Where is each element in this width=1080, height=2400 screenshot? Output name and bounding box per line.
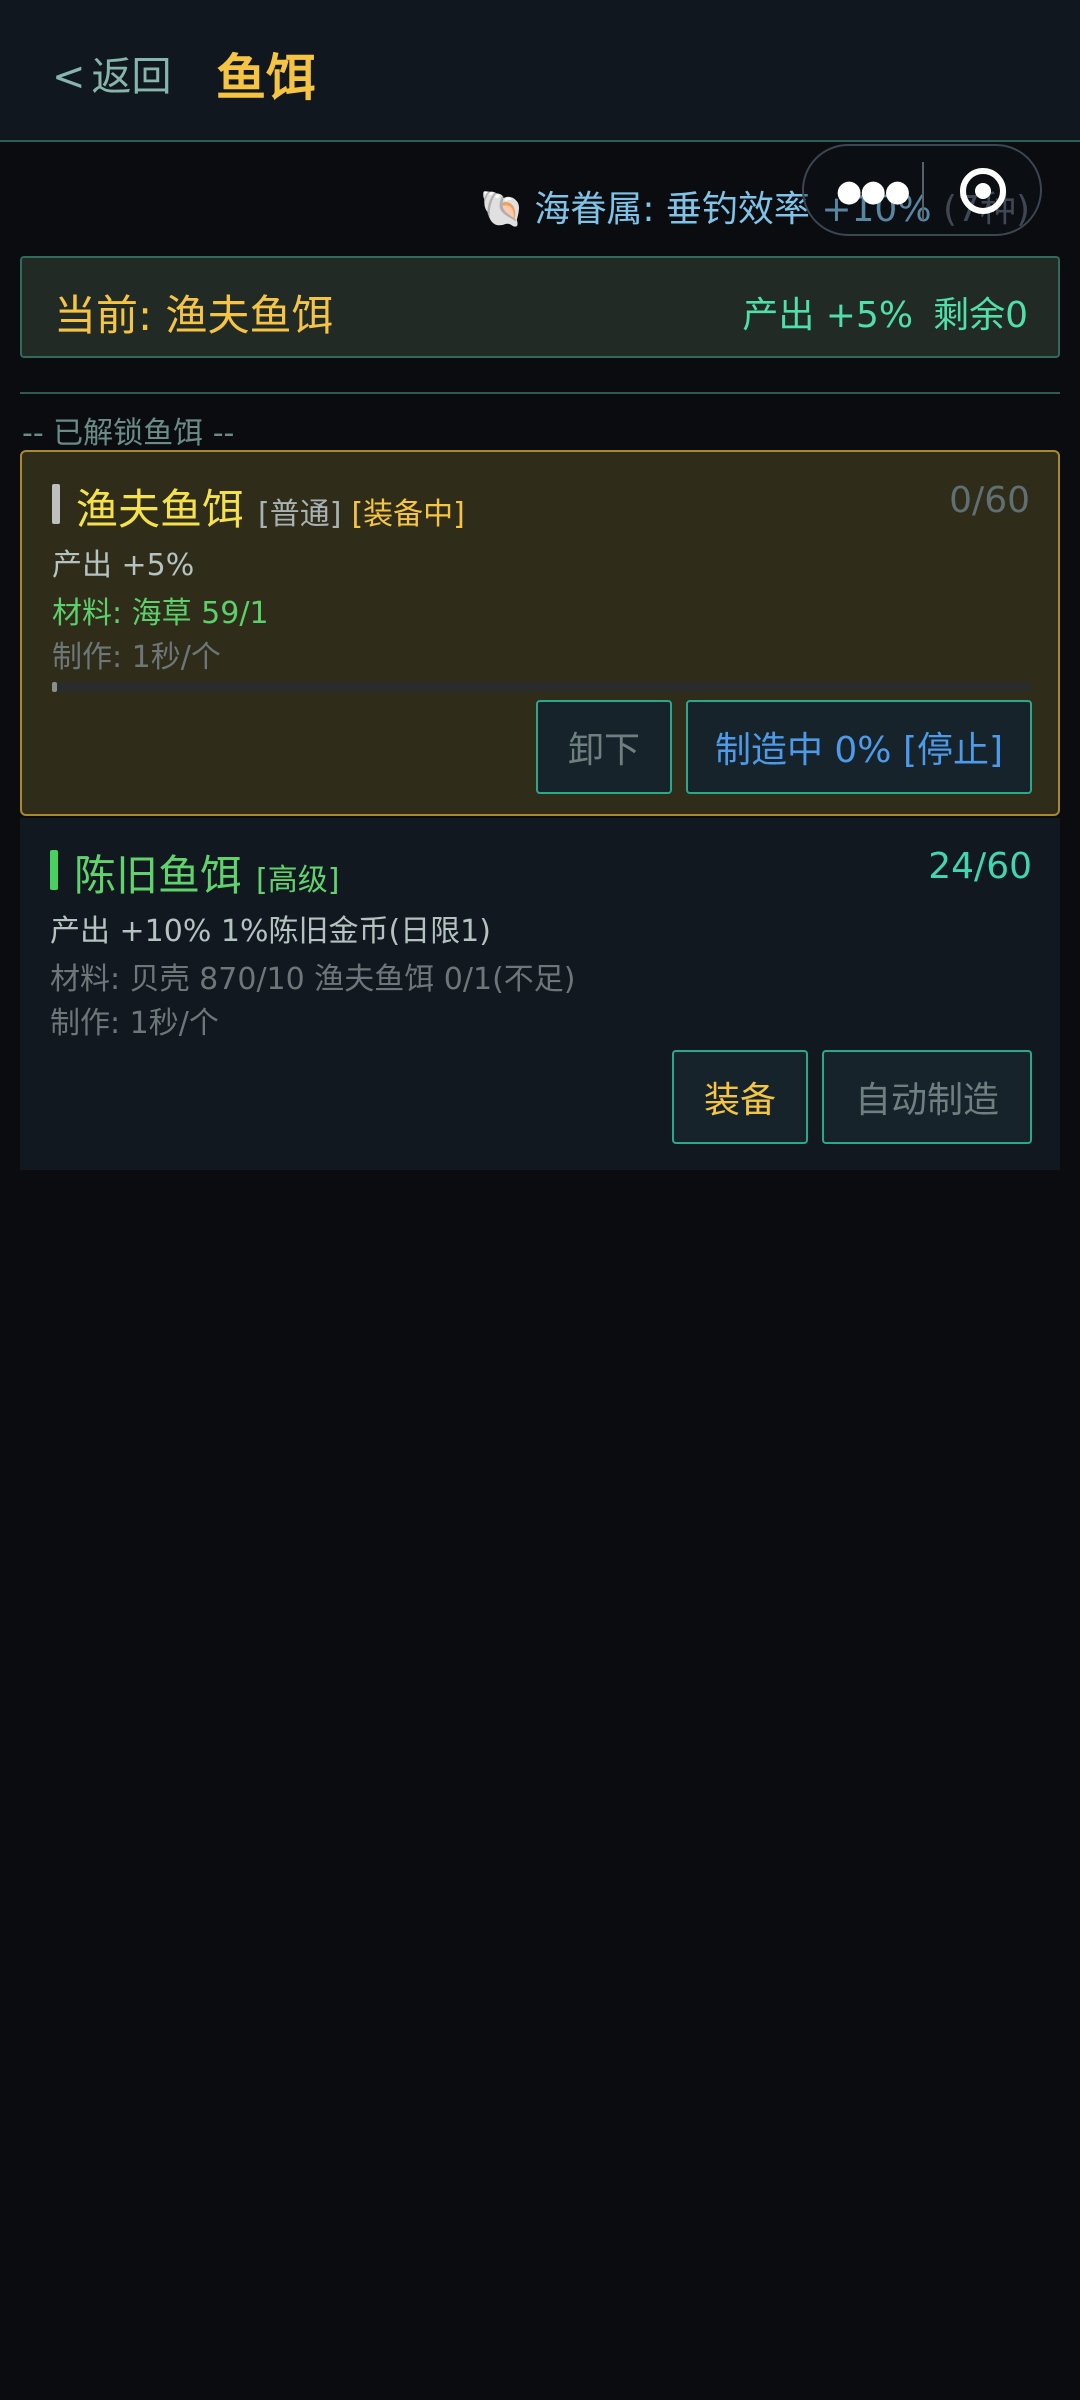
shell-icon: 🐚 <box>479 189 525 230</box>
more-dots-icon[interactable]: ●●● <box>836 174 911 209</box>
current-bait-label: 当前: 渔夫鱼饵 <box>54 291 334 340</box>
bait-material: 材料: 海草 59/1 <box>52 596 269 631</box>
bait-craft-time: 制作: 1秒/个 <box>52 640 221 675</box>
rarity-tag: [高级] <box>256 863 340 898</box>
rarity-bar <box>50 850 58 890</box>
unequip-button[interactable]: 卸下 <box>536 700 672 794</box>
bait-output: 产出 +5% <box>52 548 195 583</box>
chevron-left-icon: < <box>52 54 86 100</box>
craft-progress-fill <box>52 682 57 692</box>
back-button[interactable]: < 返回 <box>52 44 172 102</box>
equip-button[interactable]: 装备 <box>672 1050 808 1144</box>
bait-name: 渔夫鱼饵 [普通] [装备中] <box>76 476 465 537</box>
bait-count: 24/60 <box>928 846 1032 887</box>
section-divider <box>20 392 1060 394</box>
auto-craft-button[interactable]: 自动制造 <box>822 1050 1032 1144</box>
back-label: 返回 <box>91 54 172 100</box>
bait-name-text: 渔夫鱼饵 <box>76 485 245 534</box>
stop-crafting-button[interactable]: 制造中 0% [停止] <box>686 700 1032 794</box>
target-icon[interactable] <box>960 168 1006 214</box>
unlocked-section-label: -- 已解锁鱼饵 -- <box>22 416 235 451</box>
capsule-divider <box>922 162 924 220</box>
equipped-tag: [装备中] <box>351 497 465 532</box>
bait-material: 材料: 贝壳 870/10 渔夫鱼饵 0/1(不足) <box>50 962 576 997</box>
page-title: 鱼饵 <box>216 49 316 107</box>
mini-program-capsule: ●●● <box>802 144 1042 236</box>
bait-count: 0/60 <box>949 480 1030 521</box>
bait-name: 陈旧鱼饵 [高级] <box>74 842 339 903</box>
bait-craft-time: 制作: 1秒/个 <box>50 1006 219 1041</box>
current-bait-bar: 当前: 渔夫鱼饵 产出 +5% 剩余0 <box>20 256 1060 358</box>
rarity-bar <box>52 484 60 524</box>
current-remaining: 剩余0 <box>933 295 1028 336</box>
craft-progress-bar <box>52 682 1032 692</box>
rarity-tag: [普通] <box>258 497 342 532</box>
bait-output: 产出 +10% 1%陈旧金币(日限1) <box>50 914 491 949</box>
bait-card-fisherman: 渔夫鱼饵 [普通] [装备中] 0/60 产出 +5% 材料: 海草 59/1 制作… <box>20 450 1060 816</box>
current-bait-stats: 产出 +5% 剩余0 <box>742 286 1028 338</box>
current-output: 产出 +5% <box>742 295 914 336</box>
top-bar: < 返回 鱼饵 <box>0 0 1080 142</box>
bait-name-text: 陈旧鱼饵 <box>74 851 243 900</box>
bait-card-old: 陈旧鱼饵 [高级] 24/60 产出 +10% 1%陈旧金币(日限1) 材料: 贝… <box>20 818 1060 1170</box>
